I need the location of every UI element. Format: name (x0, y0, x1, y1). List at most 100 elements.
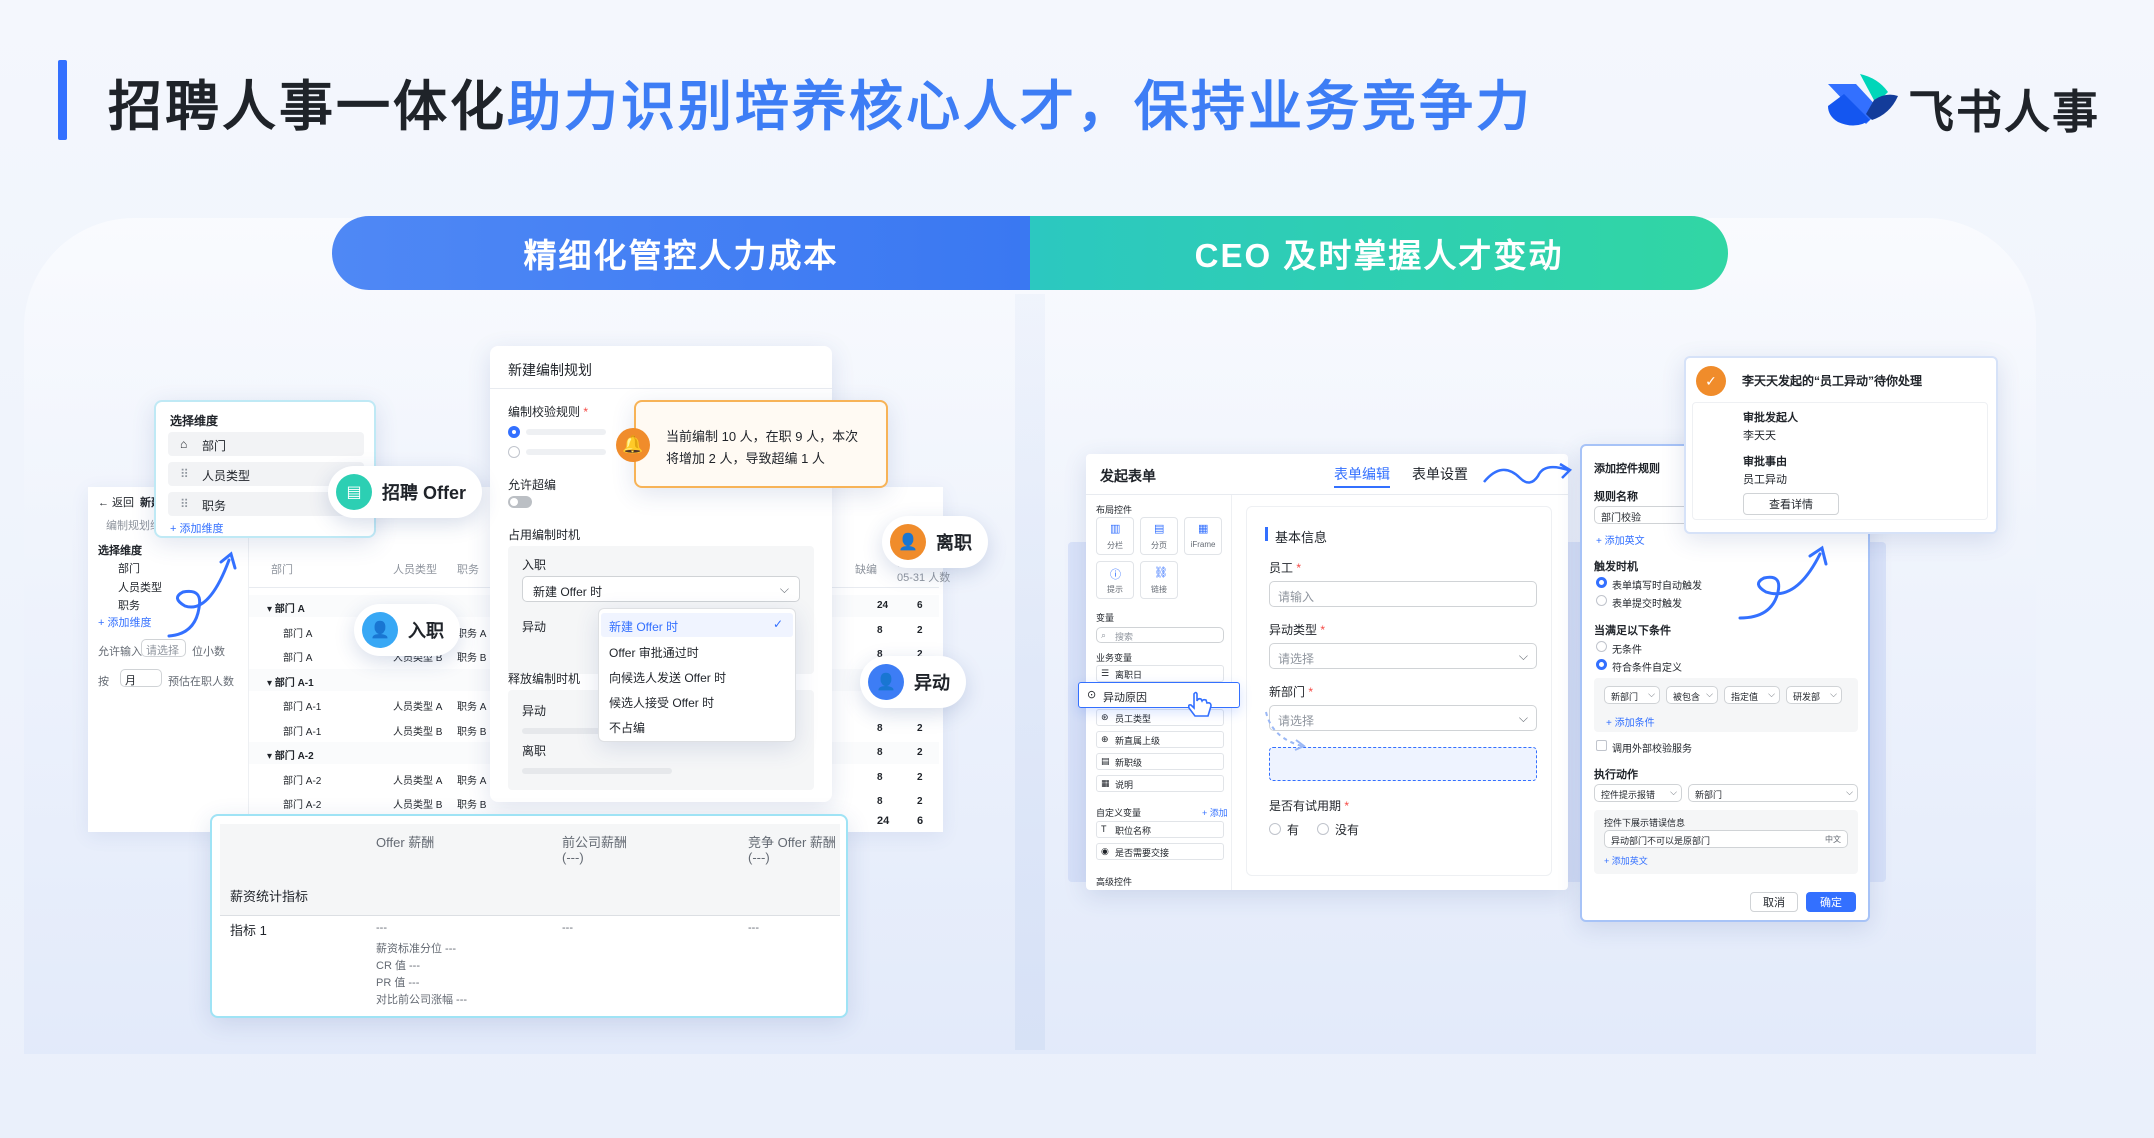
biz-item[interactable]: ⊕ 新直属上级 (1096, 731, 1224, 748)
badge-onboard[interactable]: 👤 入职 (354, 604, 460, 656)
cell-a: 8 (877, 747, 883, 758)
layout-control-4[interactable]: ⛓ 链接 (1140, 561, 1178, 599)
cell-b: 2 (917, 771, 923, 783)
bg-select[interactable]: 请选择 (141, 639, 186, 657)
bg-predict: 预估在职人数 (168, 676, 234, 688)
cond-radio-2[interactable] (1596, 659, 1607, 670)
cancel-button[interactable]: 取消 (1750, 892, 1798, 912)
dropdown-option[interactable]: Offer 审批通过时 (609, 644, 699, 661)
layout-item-icon: ▥ (1110, 523, 1121, 535)
tab-ceo-talent[interactable]: CEO 及时掌握人才变动 (1030, 216, 1728, 290)
bg-allow-input[interactable]: 允许输入 (98, 643, 142, 659)
notify-title: 李天天发起的“员工异动”待你处理 (1742, 374, 1923, 388)
probation-no-radio[interactable] (1317, 823, 1329, 835)
cell-a: 8 (877, 796, 883, 807)
biz-item-icon: ⊕ (1101, 734, 1109, 744)
dropdown-option[interactable]: 向候选人发送 Offer 时 (609, 669, 726, 686)
probation-yes-radio[interactable] (1269, 823, 1281, 835)
lang-tag[interactable]: 中文 (1825, 834, 1841, 845)
add-cond-link[interactable]: + 添加条件 (1606, 714, 1655, 729)
ok-button[interactable]: 确定 (1806, 892, 1856, 912)
tab-cost-control[interactable]: 精细化管控人力成本 (332, 216, 1030, 290)
trigger-radio-2[interactable] (1596, 595, 1607, 606)
onboard-select[interactable]: 新建 Offer 时 ⌵ (522, 576, 800, 602)
cell-dept: 部门 A-1 (283, 702, 322, 713)
trigger-radio-1[interactable] (1596, 577, 1607, 588)
layout-label: 布局控件 (1096, 505, 1133, 515)
bg-side-title: 选择维度 (98, 545, 142, 557)
prev-salary-value: --- (562, 922, 573, 934)
change-type-select[interactable]: 请选择 ⌵ (1269, 643, 1537, 669)
dropdown-option[interactable]: 不占编 (609, 719, 645, 736)
cell-job: 职务 B (457, 800, 487, 811)
var-search[interactable]: ⌕ 搜索 (1096, 627, 1224, 643)
approval-notify-card: ✓ 李天天发起的“员工异动”待你处理 审批发起人 李天天 审批事由 员工异动 查… (1684, 356, 1998, 534)
err-input[interactable]: 异动部门不可以是原部门 中文 (1604, 830, 1848, 848)
add-en-link-2[interactable]: + 添加英文 (1604, 854, 1648, 867)
badge-change[interactable]: 👤 异动 (860, 656, 966, 708)
cell-dept: 部门 A-1 (283, 726, 322, 738)
probation-no: 没有 (1335, 823, 1360, 837)
add-en-link[interactable]: + 添加英文 (1596, 532, 1645, 547)
drag-handle-icon[interactable]: ⠿ (180, 497, 189, 511)
tab-form-settings[interactable]: 表单设置 (1412, 464, 1468, 484)
biz-item-label: 说明 (1115, 780, 1134, 790)
cond-chip[interactable]: 被包含 ⌵ (1666, 686, 1718, 704)
total-b: 6 (917, 815, 924, 827)
layout-control-2[interactable]: ▦ iFrame (1184, 517, 1222, 555)
view-detail-button[interactable]: 查看详情 (1743, 493, 1839, 515)
drag-handle-icon[interactable]: ⠿ (180, 467, 189, 481)
custom-item[interactable]: ◉ 是否需要交接 (1096, 843, 1224, 860)
curl-arrow-icon (167, 551, 237, 638)
layout-control-1[interactable]: ▤ 分页 (1140, 517, 1178, 555)
custom-item[interactable]: T 职位名称 (1096, 821, 1224, 838)
cell-a: 8 (877, 722, 883, 734)
plan-title: 新建编制规划 (508, 362, 592, 378)
badge-leave[interactable]: 👤 离职 (882, 516, 988, 568)
salary-section: 薪资统计指标 (230, 889, 309, 904)
rule-name-label: 规则名称 (1594, 491, 1638, 503)
dimension-item[interactable]: ⌂ 部门 (168, 432, 364, 456)
badge-offer[interactable]: ▤ 招聘 Offer (328, 466, 483, 518)
basic-info: 基本信息 (1275, 530, 1328, 545)
biz-item[interactable]: ☰ 离职日 (1096, 665, 1224, 682)
back-link[interactable]: ← 返回 (98, 494, 134, 510)
cond-chip[interactable]: 研发部 ⌵ (1786, 686, 1842, 704)
tab-form-edit[interactable]: 表单编辑 (1334, 464, 1390, 484)
layout-control-3[interactable]: ⓘ 提示 (1096, 561, 1134, 599)
text-field-icon: T (1101, 824, 1107, 834)
biz-item-icon: ☰ (1101, 668, 1110, 678)
chevron-down-icon: ⌵ (779, 582, 789, 596)
employee-label: 员工 * (1269, 561, 1302, 575)
cond-radio-1[interactable] (1596, 641, 1607, 652)
action-select-1[interactable]: 控件提示报错 ⌵ (1594, 784, 1682, 802)
bg-month-select[interactable]: 月 (120, 669, 162, 687)
dropdown-option[interactable]: 候选人接受 Offer 时 (609, 694, 714, 711)
brand-name: 飞书人事 (1908, 86, 2100, 138)
overflow-toggle[interactable] (508, 496, 532, 508)
dropdown-option-selected[interactable]: 新建 Offer 时 ✓ (601, 613, 793, 637)
biz-item[interactable]: ▦ 说明 (1096, 775, 1224, 792)
cell-dept: ▾ 部门 A-1 (267, 677, 314, 689)
action-select-2[interactable]: 新部门 ⌵ (1688, 784, 1858, 802)
err-label: 控件下展示错误信息 (1604, 818, 1686, 828)
layout-control-0[interactable]: ▥ 分栏 (1096, 517, 1134, 555)
biz-label: 业务变量 (1096, 653, 1133, 663)
custom-add[interactable]: + 添加 (1202, 806, 1228, 819)
ext-checkbox[interactable] (1596, 740, 1607, 751)
rule-radio-2[interactable] (508, 446, 520, 458)
cond-chip[interactable]: 新部门 ⌵ (1604, 686, 1660, 704)
cond-chip[interactable]: 指定值 ⌵ (1724, 686, 1780, 704)
employee-input[interactable]: 请输入 (1269, 581, 1537, 607)
title-blue: 助力识别培养核心人才，保持业务竞争力 (507, 77, 1533, 137)
add-dimension-link[interactable]: + 添加维度 (170, 520, 223, 536)
bg-side-add[interactable]: + 添加维度 (98, 614, 151, 630)
prev-salary-col: 前公司薪酬 (562, 835, 628, 850)
compete-salary-col: 竞争 Offer 薪酬 (748, 835, 836, 850)
chevron-down-icon: ⌵ (1830, 689, 1837, 699)
biz-item[interactable]: ▤ 新职级 (1096, 753, 1224, 770)
cell-job: 职务 A (457, 628, 487, 640)
cell-job: 职务 A (457, 702, 487, 713)
search-icon: ⌕ (1101, 630, 1107, 640)
rule-radio-1[interactable] (508, 426, 520, 438)
